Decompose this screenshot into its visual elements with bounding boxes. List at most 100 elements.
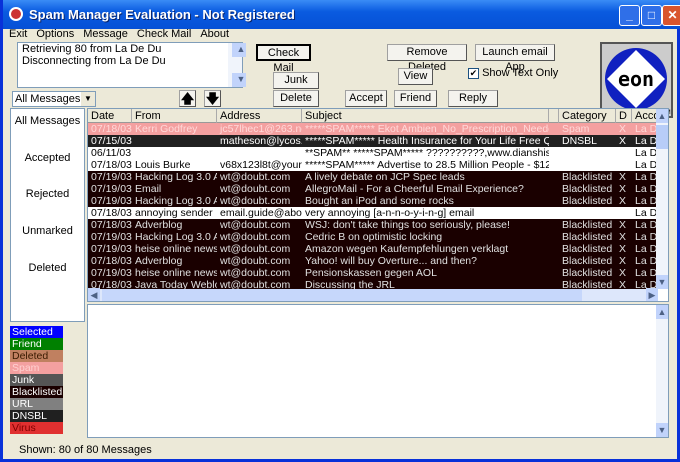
cell-subject: Yahoo! will buy Overture... and then? (305, 255, 477, 267)
cell-date: 07/19/03 (91, 183, 132, 195)
menu-about[interactable]: About (200, 28, 229, 40)
table-horizontal-scrollbar[interactable]: ◀ ▶ (88, 288, 658, 301)
cell-acct: La D (635, 255, 658, 267)
cell-acct: La D (635, 195, 658, 207)
cell-d: X (619, 231, 627, 243)
cell-from: heise online news (135, 243, 217, 255)
junk-button[interactable]: Junk (273, 72, 319, 89)
cell-from: Adverblog (135, 255, 183, 267)
scroll-right-icon[interactable]: ▶ (646, 288, 658, 301)
column-header[interactable]: Category (559, 109, 616, 123)
cell-date: 06/11/03 (91, 147, 132, 159)
launch-email-app-button[interactable]: Launch email App (475, 44, 555, 73)
accept-button[interactable]: Accept (345, 90, 387, 107)
column-header[interactable] (549, 109, 559, 123)
show-text-only-label: Show Text Only (482, 67, 559, 79)
reply-button[interactable]: Reply (448, 90, 498, 107)
message-filter-select[interactable]: All Messages ▼ (12, 91, 96, 107)
table-vertical-scrollbar[interactable]: ▲ ▼ (656, 109, 668, 289)
folder-rejected[interactable]: Rejected (11, 188, 84, 200)
cell-category: DNSBL (562, 135, 598, 147)
cell-category: Blacklisted (562, 231, 613, 243)
message-preview-pane[interactable]: ▲ ▼ (87, 304, 669, 438)
cell-acct: La D (635, 243, 658, 255)
status-log[interactable]: Retrieving 80 from La De Du Disconnectin… (17, 42, 246, 88)
cell-subject: AllegroMail - For a Cheerful Email Exper… (305, 183, 524, 195)
svg-text:eon: eon (618, 67, 654, 91)
cell-category: Blacklisted (562, 255, 613, 267)
table-row[interactable]: 07/19/03Hacking Log 3.0 Arrwt@doubt.com B… (88, 195, 658, 207)
cell-subject: Pensionskassen gegen AOL (305, 267, 437, 279)
scroll-left-icon[interactable]: ◀ (88, 288, 100, 301)
cell-address: wt@doubt.com (220, 267, 291, 279)
cell-from: Louis Burke (135, 159, 191, 171)
column-header[interactable]: Date (88, 109, 132, 123)
table-row[interactable]: 07/19/03Hacking Log 3.0 Arrwt@doubt.com C… (88, 231, 658, 243)
cell-acct: La D (635, 135, 658, 147)
table-row[interactable]: 07/19/03 heise online news wt@doubt.com Ama… (88, 243, 658, 255)
move-up-button[interactable]: 🡅 (179, 90, 196, 107)
minimize-button[interactable]: _ (619, 5, 640, 26)
table-row[interactable]: 07/19/03 Email wt@doubt.com AllegroMail - F… (88, 183, 658, 195)
cell-address: jc57lhec1@263.net (220, 123, 302, 135)
table-row[interactable]: 07/19/03 heise online news wt@doubt.com Pen… (88, 267, 658, 279)
cell-d: X (619, 183, 627, 195)
menu-options[interactable]: Options (36, 28, 74, 40)
column-header[interactable]: Address (217, 109, 302, 123)
move-down-button[interactable]: 🡇 (204, 90, 221, 107)
cell-subject: **SPAM** *****SPAM***** ??????????,www.d… (305, 147, 549, 159)
folder-list: All Messages Accepted Rejected Unmarked … (10, 108, 85, 322)
column-header[interactable]: Acco (632, 109, 658, 123)
cell-acct: La D (635, 267, 658, 279)
friend-button[interactable]: Friend (394, 90, 437, 107)
folder-unmarked[interactable]: Unmarked (11, 225, 84, 237)
menu-bar: Exit Options Message Check Mail About (9, 28, 238, 42)
table-row[interactable]: 07/19/03Hacking Log 3.0 Arrwt@doubt.com A… (88, 171, 658, 183)
table-row[interactable]: 07/18/03 Adverblog wt@doubt.com WSJ: don't … (88, 219, 658, 231)
cell-address: email.guide@about. (220, 207, 302, 219)
log-scrollbar[interactable]: ▲ ▼ (228, 43, 246, 87)
check-mail-button[interactable]: Check Mail (256, 44, 311, 74)
table-row[interactable]: 06/11/03 **SPAM** *****SPAM***** ????????… (88, 147, 658, 159)
scroll-thumb[interactable] (102, 289, 582, 301)
preview-scrollbar[interactable]: ▲ ▼ (656, 305, 668, 437)
cell-subject: WSJ: don't take things too seriously, pl… (305, 219, 510, 231)
table-row[interactable]: 07/18/03 Kerri Godfrey jc57lhec1@263.net **… (88, 123, 658, 135)
scroll-down-icon[interactable]: ▼ (232, 73, 246, 87)
scroll-down-icon[interactable]: ▼ (656, 423, 668, 437)
message-table: Date From Address Subject Category D Acco 07/1… (87, 108, 669, 302)
menu-message[interactable]: Message (83, 28, 128, 40)
scroll-up-icon[interactable]: ▲ (656, 109, 668, 123)
remove-deleted-button[interactable]: Remove Deleted (387, 44, 467, 73)
legend-item: Virus (10, 422, 63, 434)
cell-date: 07/18/03 (91, 219, 132, 231)
column-header[interactable]: Subject (302, 109, 549, 123)
scroll-up-icon[interactable]: ▲ (656, 305, 668, 319)
menu-exit[interactable]: Exit (9, 28, 27, 40)
color-legend: Selected Friend Deleted Spam Junk Blacklisted… (10, 326, 63, 434)
close-button[interactable]: ✕ (662, 5, 680, 26)
column-header[interactable]: From (132, 109, 217, 123)
folder-deleted[interactable]: Deleted (11, 262, 84, 274)
folder-accepted[interactable]: Accepted (11, 152, 84, 164)
table-header: Date From Address Subject Category D Acco (88, 109, 658, 123)
folder-all-messages[interactable]: All Messages (11, 115, 84, 127)
table-row[interactable]: 07/18/03 Adverblog wt@doubt.com Yahoo! will… (88, 255, 658, 267)
cell-d: X (619, 267, 627, 279)
scroll-thumb[interactable] (656, 125, 668, 149)
column-header[interactable]: D (616, 109, 632, 123)
view-button[interactable]: View (398, 68, 433, 85)
table-row[interactable]: 07/18/03Louis Burke v68x123l8t@youre-r***… (88, 159, 658, 171)
table-row[interactable]: 07/15/03 matheson@lycos.co*****SPAM***** … (88, 135, 658, 147)
menu-check-mail[interactable]: Check Mail (137, 28, 191, 40)
cell-acct: La D (635, 159, 658, 171)
cell-subject: *****SPAM***** Health Insurance for Your… (305, 135, 549, 147)
legend-item: Deleted (10, 350, 63, 362)
chevron-down-icon[interactable]: ▼ (81, 92, 95, 106)
table-row[interactable]: 07/18/03annoying sender email.guide@about… (88, 207, 658, 219)
delete-button[interactable]: Delete (273, 90, 319, 107)
show-text-only-checkbox[interactable]: ✔ Show Text Only (468, 67, 558, 79)
scroll-up-icon[interactable]: ▲ (232, 43, 246, 57)
maximize-button[interactable]: □ (641, 5, 662, 26)
scroll-down-icon[interactable]: ▼ (656, 275, 668, 289)
